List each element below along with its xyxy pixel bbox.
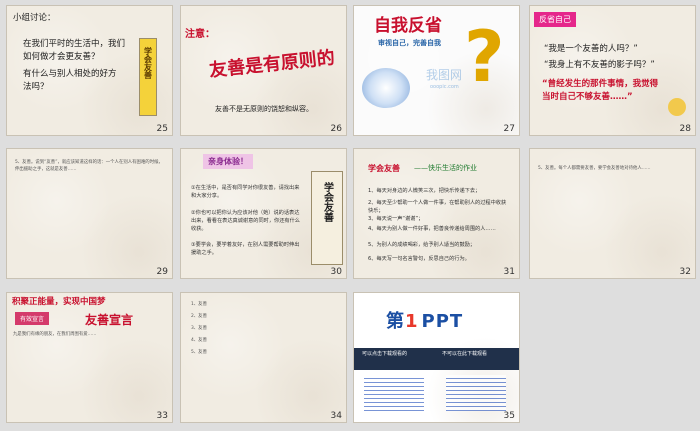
slide-badge: 注意： <box>185 29 215 40</box>
scroll-text: 学会友善 <box>143 47 153 79</box>
slide-title: 友善宣言 <box>85 313 134 327</box>
slide-subtitle: 友善不是无原则的饶恕和纵容。 <box>215 105 313 113</box>
watermark-sub-text: ooopic.com <box>430 84 459 90</box>
list-item: 6、每天写一句名言警句，反思自己的行为。 <box>368 256 470 262</box>
flower-image <box>362 68 410 108</box>
slide-text: 有什么与别人相处的好方法吗？ <box>23 69 117 92</box>
list-item: 5、为别人的成绩喝彩，给予别人适当的鼓励； <box>368 242 476 248</box>
link-list-right <box>446 375 506 411</box>
slide-thumbnail-34[interactable]: 1、友善 2、友善 3、友善 4、友善 5、友善 34 <box>180 292 347 423</box>
list-item: 4、友善 <box>191 338 207 343</box>
slide-title: 学会友善 <box>368 164 400 173</box>
slide-thumbnail-26[interactable]: 注意： 友善是有原则的 友善不是无原则的饶恕和纵容。 26 <box>180 5 347 136</box>
slide-text: 在我们平时的生活中，我们如何做才会更友善？ <box>23 39 126 62</box>
question-mark-image: ? <box>464 16 505 98</box>
slide-heading: 积聚正能量，实现中国梦 <box>12 297 106 307</box>
slide-number: 34 <box>330 411 342 421</box>
slide-number: 30 <box>330 267 342 277</box>
slide-title: 友善是有原则的 <box>208 47 336 82</box>
slide-number: 33 <box>156 411 168 421</box>
slide-title: 自我反省 <box>374 16 442 36</box>
slide-heading: 反省自己 <box>534 12 576 27</box>
slide-number: 25 <box>156 124 168 134</box>
slide-thumbnail-33[interactable]: 积聚正能量，实现中国梦 有效宣言 友善宣言 九是我们有缘的朋友，在我们周围有爱…… <box>6 292 173 423</box>
slide-text: “我身上有不友善的影子吗？” <box>544 60 655 70</box>
slide-number: 31 <box>503 267 515 277</box>
slide-number: 29 <box>156 267 168 277</box>
slide-thumbnail-32[interactable]: 5、友善。每个人都需要友善，要学会友善地对待他人…… 32 <box>529 148 696 279</box>
slide-text: ③要学会，要学着友好，在别人需要帮助时伸出援助之手。 <box>191 242 300 257</box>
slide-number: 27 <box>503 124 515 134</box>
slide-text: 九是我们有缘的朋友，在我们周围有爱…… <box>13 332 97 337</box>
logo-number: 1 <box>405 311 419 332</box>
scroll-image: 学会友善 <box>311 171 343 265</box>
list-item: 3、友善 <box>191 326 207 331</box>
link-list-left <box>364 375 424 411</box>
list-item: 3、每天说一声“谢谢”； <box>368 216 424 222</box>
slide-number: 35 <box>503 411 515 421</box>
slide-number: 26 <box>330 124 342 134</box>
logo-text: PPT <box>421 311 464 332</box>
slide-thumbnail-25[interactable]: 小组讨论： 在我们平时的生活中，我们如何做才会更友善？ 有什么与别人相处的好方法… <box>6 5 173 136</box>
list-item: 1、友善 <box>191 302 207 307</box>
slide-text-title: 小组讨论： <box>13 13 56 23</box>
list-item: 1、每天对身边的人微笑三次，把快乐传递下去； <box>368 188 481 194</box>
slide-paragraph: 5、友善。说到“友善”，就应该知道这样的话：一个人在别人有困难的时候，伸出援助之… <box>15 160 163 173</box>
slide-thumbnail-30[interactable]: 亲身体验！ ①在生活中，是否有同学对你很友善，请找出来和大家分享。 ②你也可以把… <box>180 148 347 279</box>
slide-paragraph: 5、友善。每个人都需要友善，要学会友善地对待他人…… <box>538 166 651 171</box>
slide-text: ①在生活中，是否有同学对你很友善，请找出来和大家分享。 <box>191 185 300 200</box>
slide-badge: 有效宣言 <box>15 312 50 325</box>
slide-thumbnail-31[interactable]: 学会友善 ——快乐生活的作业 1、每天对身边的人微笑三次，把快乐传递下去； 2、… <box>353 148 520 279</box>
slide-thumbnail-28[interactable]: 反省自己 “我是一个友善的人吗？” “我身上有不友善的影子吗？” “曾经发生的那… <box>529 5 696 136</box>
scroll-image: 学会友善 <box>139 38 157 116</box>
scroll-text: 学会友善 <box>321 182 333 222</box>
cartoon-image <box>668 98 686 116</box>
logo-text: 第 <box>386 311 405 332</box>
list-item: 2、每天至少帮助一个人做一件事，在帮助别人的过程中收获快乐； <box>368 200 507 215</box>
link-text[interactable]: 可以点击下载观看的 <box>362 351 407 359</box>
slide-number: 32 <box>679 267 691 277</box>
slide-title: 亲身体验！ <box>203 154 253 169</box>
slide-number: 28 <box>679 124 691 134</box>
logo: 第1 PPT <box>386 307 463 333</box>
slide-text-highlight: “曾经发生的那件事情，我觉得当时自己不够友善……” <box>542 79 659 102</box>
list-item: 2、友善 <box>191 314 207 319</box>
list-item: 4、每天为别人做一件好事，把善良传递给周围的人…… <box>368 226 496 232</box>
slide-subtitle: 审视自己，完善自我 <box>378 39 441 47</box>
slide-text: “我是一个友善的人吗？” <box>544 44 638 54</box>
slide-text: ②你也可以把你认为应该对他（她）说的话表达出来，看看在表达真诚谢意的同时，你还有… <box>191 210 300 233</box>
slide-title-2: ——快乐生活的作业 <box>414 164 477 172</box>
link-text[interactable]: 不可以在此下载观看 <box>442 351 487 359</box>
slide-thumbnail-29[interactable]: 5、友善。说到“友善”，就应该知道这样的话：一个人在别人有困难的时候，伸出援助之… <box>6 148 173 279</box>
slide-thumbnail-27[interactable]: 自我反省 审视自己，完善自我 ? 我图网 ooopic.com 27 <box>353 5 520 136</box>
watermark-text: 我图网 <box>426 68 463 82</box>
list-item: 5、友善 <box>191 350 207 355</box>
slide-thumbnail-35[interactable]: 第1 PPT 可以点击下载观看的 不可以在此下载观看 35 <box>353 292 520 423</box>
